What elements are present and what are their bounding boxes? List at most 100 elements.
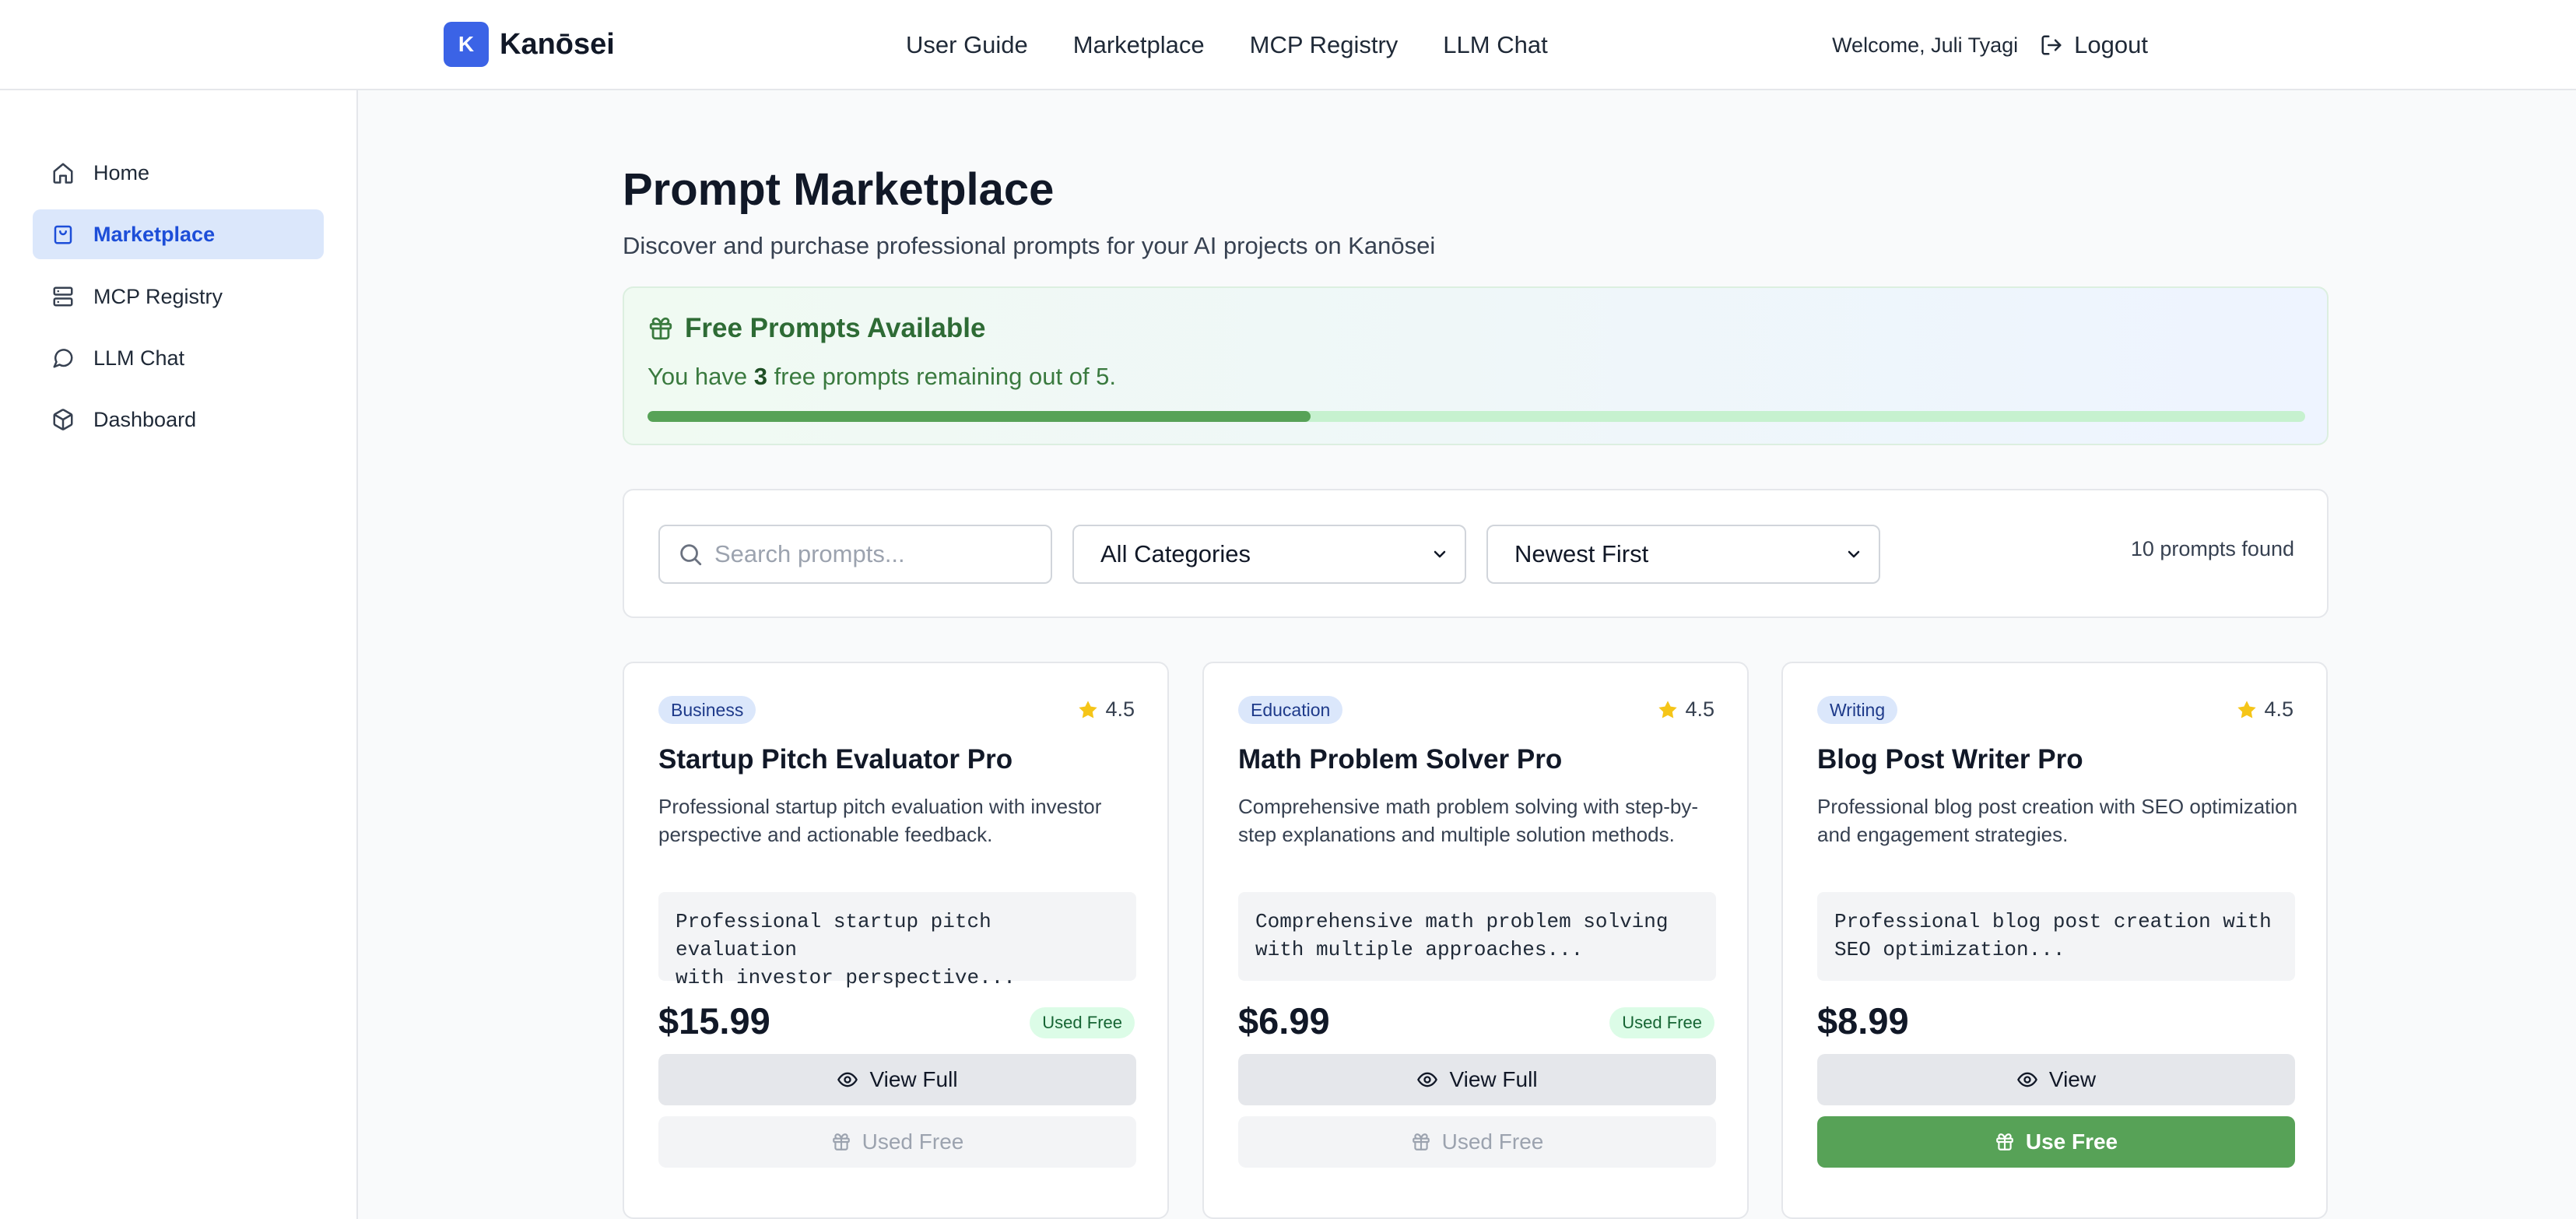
nav-llm-chat[interactable]: LLM Chat	[1443, 26, 1547, 64]
card-description: Comprehensive math problem solving with …	[1238, 795, 1699, 846]
view-full-button[interactable]: View Full	[1238, 1054, 1716, 1105]
star-icon	[2237, 700, 2257, 718]
server-icon	[50, 283, 76, 310]
card-title: Startup Pitch Evaluator Pro	[658, 744, 1013, 775]
gift-icon	[1996, 1133, 2013, 1150]
prompt-preview-line: with multiple approaches...	[1255, 938, 1584, 961]
view-full-button[interactable]: View Full	[658, 1054, 1136, 1105]
used-free-badge: Used Free	[1030, 1007, 1135, 1038]
category-badge: Education	[1238, 696, 1343, 724]
sidebar-item-dashboard[interactable]: Dashboard	[33, 395, 324, 444]
user-area: Welcome, Juli Tyagi Logout	[1832, 26, 2148, 64]
search-icon	[680, 544, 702, 566]
rating-value: 4.5	[2264, 697, 2293, 721]
prompt-preview-line: Comprehensive math problem solving	[1255, 910, 1669, 933]
gift-icon	[649, 317, 672, 340]
logout-icon	[2041, 35, 2062, 55]
logout-button[interactable]: Logout	[2040, 31, 2148, 59]
page-title: Prompt Marketplace	[623, 164, 1055, 215]
free-prompts-progress	[648, 411, 2305, 422]
used-free-button[interactable]: Used Free	[1238, 1116, 1716, 1168]
free-remaining-count: 3	[753, 363, 768, 390]
eye-icon	[1417, 1072, 1438, 1087]
prompt-card: Writing 4.5 Blog Post Writer Pro Profess…	[1781, 662, 2328, 1219]
free-prompts-text: You have 3 free prompts remaining out of…	[648, 363, 1116, 391]
card-title: Math Problem Solver Pro	[1238, 744, 1563, 775]
button-label: View Full	[1449, 1067, 1538, 1091]
prompt-preview-line: Professional blog post creation with	[1834, 910, 2272, 933]
shopping-bag-icon	[50, 221, 76, 248]
button-label: View Full	[869, 1067, 958, 1091]
brand[interactable]: K Kanōsei	[444, 22, 615, 67]
price: $8.99	[1817, 1000, 1909, 1042]
sidebar-item-home[interactable]: Home	[33, 148, 324, 198]
category-select[interactable]: All Categories	[1072, 525, 1466, 584]
search-box[interactable]	[658, 525, 1052, 584]
search-input[interactable]	[714, 540, 1041, 568]
prompt-preview: Professional blog post creation with SEO…	[1817, 892, 2295, 981]
use-free-button[interactable]: Use Free	[1817, 1116, 2295, 1168]
prompt-preview-line: Professional startup pitch evaluation	[676, 910, 991, 961]
view-button[interactable]: View	[1817, 1054, 2295, 1105]
sidebar-item-label: Dashboard	[93, 407, 197, 431]
gift-icon	[832, 1133, 850, 1150]
free-prompts-panel: Free Prompts Available You have 3 free p…	[623, 286, 2329, 445]
prompt-card: Business 4.5 Startup Pitch Evaluator Pro…	[623, 662, 1169, 1219]
brand-logo: K	[444, 22, 489, 67]
prompt-preview: Professional startup pitch evaluation wi…	[658, 892, 1136, 989]
sort-select-value: Newest First	[1514, 540, 1649, 567]
sidebar-item-llm-chat[interactable]: LLM Chat	[33, 333, 324, 383]
eye-icon	[2017, 1072, 2037, 1087]
top-nav: User Guide Marketplace MCP Registry LLM …	[906, 26, 1548, 64]
button-label: Use Free	[2025, 1129, 2118, 1154]
category-badge: Business	[658, 696, 756, 724]
price: $6.99	[1238, 1000, 1330, 1042]
chat-bubble-icon	[50, 345, 76, 371]
star-icon	[1079, 700, 1098, 718]
rating-value: 4.5	[1685, 697, 1714, 721]
card-description: Professional blog post creation with SEO…	[1817, 795, 2298, 846]
sidebar-item-label: Home	[93, 160, 150, 184]
nav-mcp-registry[interactable]: MCP Registry	[1250, 26, 1399, 64]
welcome-text: Welcome, Juli Tyagi	[1832, 33, 2019, 57]
prompt-preview: Comprehensive math problem solving with …	[1238, 892, 1716, 981]
free-text-suffix: free prompts remaining out of 5.	[767, 363, 1117, 390]
button-label: Used Free	[862, 1129, 964, 1154]
used-free-badge: Used Free	[1609, 1007, 1714, 1038]
prompt-preview-line: SEO optimization...	[1834, 938, 2065, 961]
rating: 4.5	[1077, 697, 1135, 722]
filter-bar: All Categories Newest First 10 prompts f…	[623, 489, 2329, 618]
top-header: K Kanōsei User Guide Marketplace MCP Reg…	[0, 0, 2576, 90]
nav-marketplace[interactable]: Marketplace	[1073, 26, 1205, 64]
results-count: 10 prompts found	[2130, 537, 2294, 560]
gift-icon	[1412, 1133, 1430, 1150]
price: $15.99	[658, 1000, 770, 1042]
home-icon	[50, 160, 76, 186]
rating: 4.5	[2236, 697, 2293, 722]
card-description: Professional startup pitch evaluation wi…	[658, 795, 1102, 846]
package-icon	[50, 406, 76, 433]
button-label: View	[2048, 1067, 2097, 1091]
rating: 4.5	[1657, 697, 1714, 722]
prompt-preview-line: with investor perspective...	[676, 966, 1016, 989]
sort-select[interactable]: Newest First	[1486, 525, 1880, 584]
free-prompts-progress-fill	[648, 411, 1311, 422]
used-free-button[interactable]: Used Free	[658, 1116, 1136, 1168]
sidebar-item-label: LLM Chat	[93, 346, 185, 370]
free-text-prefix: You have	[648, 363, 754, 390]
rating-value: 4.5	[1105, 697, 1135, 721]
page-subtitle: Discover and purchase professional promp…	[623, 232, 1436, 259]
sidebar-item-marketplace[interactable]: Marketplace	[33, 209, 324, 259]
free-prompts-header: Free Prompts Available	[648, 313, 985, 344]
prompt-card: Education 4.5 Math Problem Solver Pro Co…	[1202, 662, 1749, 1219]
star-icon	[1658, 700, 1678, 718]
chevron-down-icon	[1848, 550, 1860, 558]
category-select-value: All Categories	[1100, 540, 1251, 567]
card-title: Blog Post Writer Pro	[1817, 744, 2083, 775]
nav-user-guide[interactable]: User Guide	[906, 26, 1028, 64]
sidebar: Home Marketplace MCP Registry LLM Chat D…	[0, 90, 358, 1219]
free-prompts-title: Free Prompts Available	[685, 313, 986, 343]
button-label: Used Free	[1441, 1129, 1544, 1154]
sidebar-item-mcp-registry[interactable]: MCP Registry	[33, 272, 324, 321]
eye-icon	[837, 1072, 858, 1087]
